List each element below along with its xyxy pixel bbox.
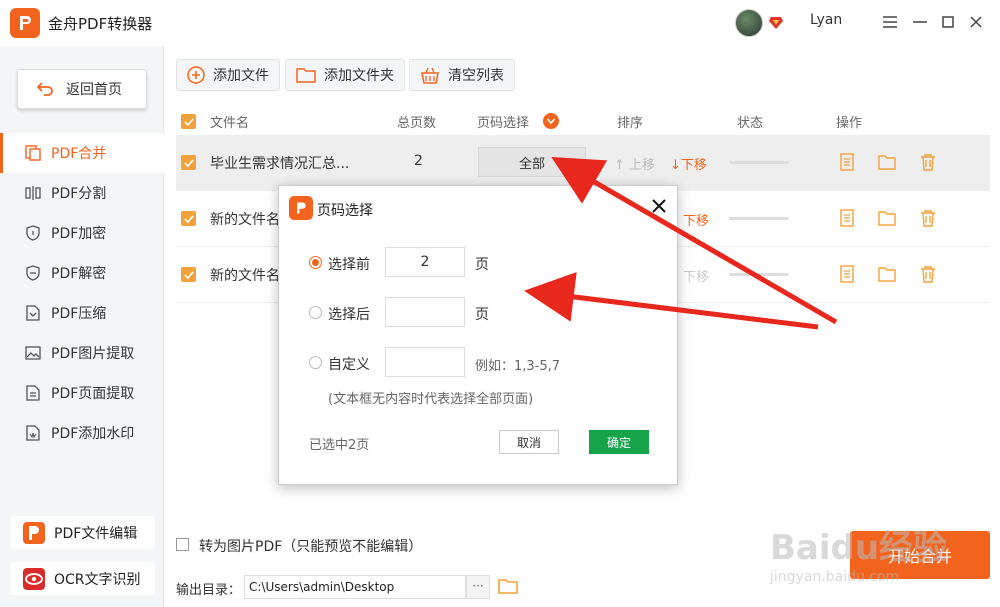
annotation-arrows [524,156,838,330]
to-image-pdf-label: 转为图片PDF（只能预览不能编辑） [199,539,423,555]
watermark-line1: Baidu经验 [770,528,948,568]
baidu-watermark: Baidu经验 jingyan.baidu.com [770,520,970,600]
open-output-folder-icon[interactable] [498,577,518,595]
output-dir-label: 输出目录： [176,583,242,598]
to-image-pdf-checkbox[interactable] [176,538,189,551]
browse-button[interactable]: ··· [466,575,490,599]
watermark-line2: jingyan.baidu.com [770,569,900,585]
arrow-to-dialog [524,272,819,330]
output-path-field[interactable]: C:\Users\admin\Desktop [244,575,466,599]
